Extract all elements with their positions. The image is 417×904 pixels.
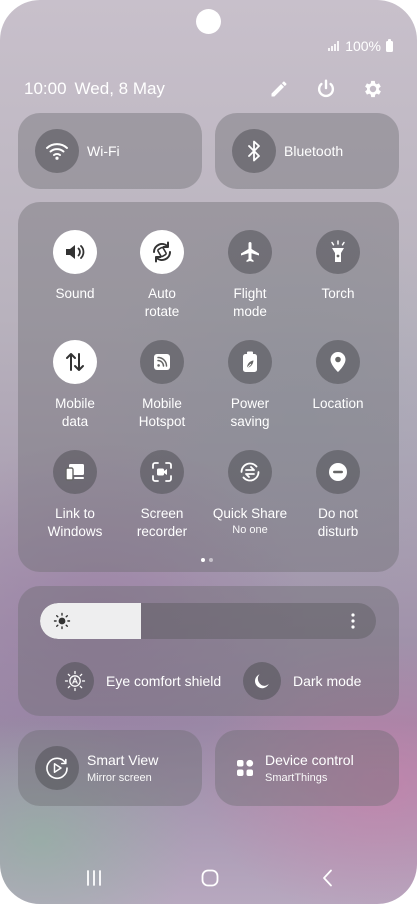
navigation-bar [0, 862, 417, 894]
tile-torch[interactable]: Torch [293, 230, 383, 303]
bluetooth-card[interactable]: Bluetooth [215, 113, 399, 189]
tile-flight-mode[interactable]: Flight mode [205, 230, 295, 321]
smart-view-card[interactable]: Smart View Mirror screen [18, 730, 202, 806]
eye-comfort-toggle[interactable]: Eye comfort shield [56, 662, 221, 700]
sun-icon [53, 612, 71, 630]
battery-leaf-icon [228, 340, 272, 384]
tile-label: Mobile Hotspot [138, 396, 186, 429]
do-not-disturb-icon [316, 450, 360, 494]
screen-recorder-icon [140, 450, 184, 494]
tile-label: Screen recorder [136, 506, 188, 539]
tile-mobile-data[interactable]: Mobile data [30, 340, 120, 431]
tile-screen-recorder[interactable]: Screen recorder [117, 450, 207, 541]
tile-label: Link to Windows [47, 506, 103, 539]
speaker-icon [53, 230, 97, 274]
brightness-card: Eye comfort shield Dark mode [18, 586, 399, 716]
moon-icon [243, 662, 281, 700]
more-vertical-icon[interactable] [344, 612, 362, 630]
tile-label: Location [312, 396, 364, 411]
brightness-slider[interactable] [40, 603, 376, 639]
wifi-label: Wi-Fi [87, 143, 120, 159]
battery-percent: 100% [345, 38, 381, 54]
wifi-card[interactable]: Wi-Fi [18, 113, 202, 189]
tile-quick-share[interactable]: Quick Share No one [205, 450, 295, 537]
signal-icon [328, 41, 340, 51]
tile-do-not-disturb[interactable]: Do not disturb [293, 450, 383, 541]
tile-label: Sound [55, 286, 95, 301]
wifi-icon [35, 129, 79, 173]
tile-auto-rotate[interactable]: Auto rotate [117, 230, 207, 321]
tile-location[interactable]: Location [293, 340, 383, 413]
tile-label: Mobile data [55, 396, 95, 429]
tile-label: Auto rotate [144, 286, 180, 319]
back-icon[interactable] [313, 862, 343, 894]
bluetooth-icon [232, 129, 276, 173]
quick-share-icon [228, 450, 272, 494]
edit-pencil-icon[interactable] [268, 78, 290, 100]
device-control-subtitle: SmartThings [265, 772, 328, 784]
power-icon[interactable] [315, 78, 337, 100]
eye-comfort-label: Eye comfort shield [106, 673, 222, 689]
dark-mode-toggle[interactable]: Dark mode [243, 662, 361, 700]
tile-sublabel: No one [232, 524, 268, 536]
hotspot-icon [140, 340, 184, 384]
date[interactable]: Wed, 8 May [75, 79, 165, 99]
tile-link-to-windows[interactable]: Link to Windows [30, 450, 120, 541]
device-control-card[interactable]: Device control SmartThings [215, 730, 399, 806]
tile-label: Do not disturb [317, 506, 359, 539]
gear-icon[interactable] [362, 78, 384, 100]
quick-panel: 100% 10:00 Wed, 8 May Wi-Fi Bluetooth So… [0, 0, 417, 904]
tile-mobile-hotspot[interactable]: Mobile Hotspot [117, 340, 207, 431]
quick-settings-grid: Sound Auto rotate Flight mode Torch Mobile d… [18, 202, 399, 572]
dark-mode-label: Dark mode [293, 673, 362, 689]
tile-power-saving[interactable]: Power saving [205, 340, 295, 431]
front-camera [196, 9, 221, 34]
status-bar: 100% [328, 38, 393, 54]
link-windows-icon [53, 450, 97, 494]
device-control-title: Device control [265, 752, 354, 768]
tile-label: Flight mode [233, 286, 267, 319]
location-pin-icon [316, 340, 360, 384]
torch-icon [316, 230, 360, 274]
tile-label: Torch [321, 286, 355, 301]
bluetooth-label: Bluetooth [284, 143, 344, 159]
eye-comfort-icon [56, 662, 94, 700]
smart-view-icon [35, 746, 79, 790]
auto-rotate-icon [140, 230, 184, 274]
device-grid-icon [235, 758, 255, 778]
airplane-icon [228, 230, 272, 274]
panel-header: 10:00 Wed, 8 May [24, 78, 394, 100]
tile-label: Power saving [230, 396, 270, 429]
smart-view-subtitle: Mirror screen [87, 772, 152, 784]
page-indicator[interactable] [201, 558, 213, 562]
battery-icon [386, 38, 393, 52]
recent-apps-icon[interactable] [79, 862, 109, 894]
mobile-data-icon [53, 340, 97, 384]
tile-sound[interactable]: Sound [30, 230, 120, 303]
home-icon[interactable] [195, 862, 225, 894]
clock: 10:00 [24, 79, 67, 98]
tile-label: Quick Share [212, 506, 288, 521]
smart-view-title: Smart View [87, 752, 159, 768]
